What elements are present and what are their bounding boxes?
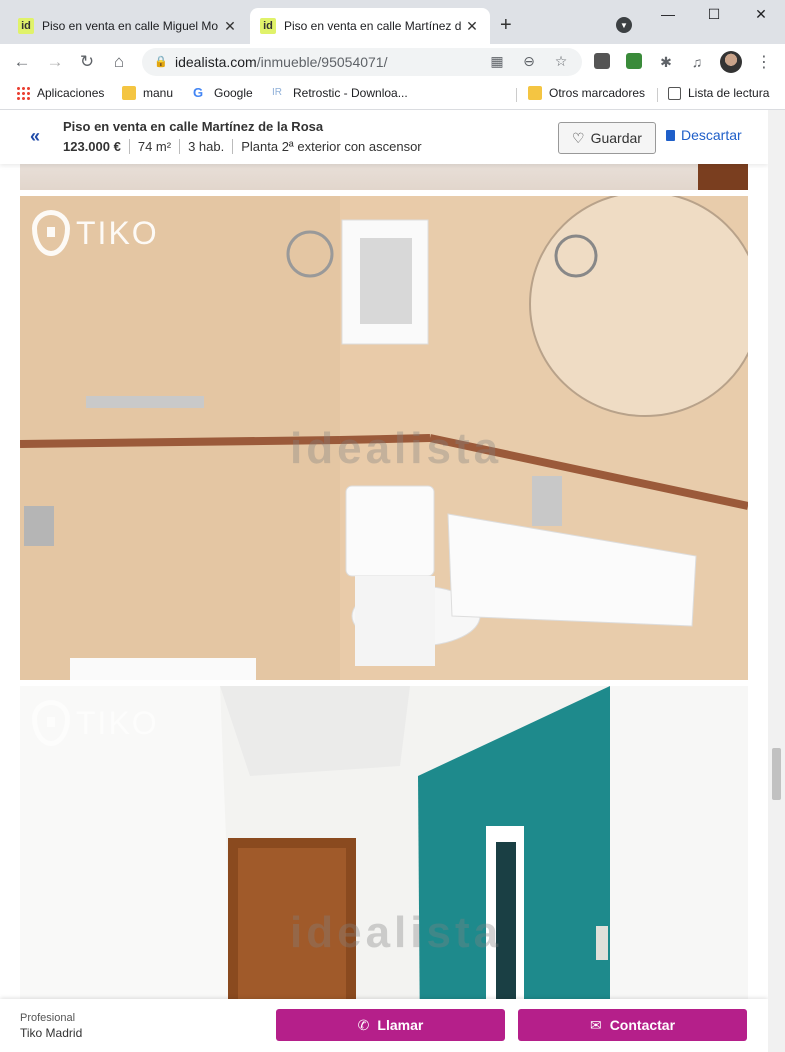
- contact-bar: Profesional Tiko Madrid ✆ Llamar ✉ Conta…: [0, 999, 768, 1052]
- heart-icon: ♡: [572, 129, 585, 146]
- tab-title: Piso en venta en calle Martínez d: [284, 19, 462, 33]
- folder-icon: [122, 86, 136, 100]
- bookmark-apps[interactable]: Aplicaciones: [16, 86, 104, 100]
- listing-title: Piso en venta en calle Martínez de la Ro…: [63, 119, 324, 134]
- contact-button[interactable]: ✉ Contactar: [518, 1009, 747, 1041]
- extension-icon[interactable]: [626, 53, 642, 69]
- save-label: Guardar: [590, 130, 642, 146]
- bookmarks-divider: [516, 88, 517, 102]
- idealista-favicon-icon: id: [18, 18, 34, 34]
- zoom-icon[interactable]: ⊖: [520, 53, 538, 70]
- tab-search-icon[interactable]: ▼: [616, 17, 632, 33]
- listing-size: 74 m²: [128, 139, 179, 154]
- listing-price: 123.000 €: [63, 139, 121, 154]
- idealista-favicon-icon: id: [260, 18, 276, 34]
- tiko-wordmark: TIKO: [76, 214, 159, 251]
- listing-details: 123.000 € 74 m² 3 hab. Planta 2ª exterio…: [63, 139, 430, 154]
- lock-icon: 🔒: [154, 56, 168, 68]
- minimize-button[interactable]: —: [658, 6, 678, 22]
- close-tab-icon[interactable]: ✕: [464, 18, 480, 35]
- close-tab-icon[interactable]: ✕: [222, 18, 238, 35]
- bookmark-label: Otros marcadores: [549, 86, 646, 100]
- reload-icon[interactable]: ↻: [76, 52, 98, 72]
- tab-active[interactable]: id Piso en venta en calle Martínez d ✕: [250, 8, 490, 44]
- google-icon: G: [193, 85, 204, 100]
- bookmark-other[interactable]: Otros marcadores: [528, 86, 645, 100]
- chat-icon: ✉: [589, 1016, 602, 1033]
- listing-rooms: 3 hab.: [179, 139, 232, 154]
- advertiser-type: Profesional: [20, 1012, 76, 1024]
- browser-toolbar: ← → ↻ ⌂ 🔒 idealista.com/inmueble/9505407…: [0, 44, 785, 80]
- discard-button[interactable]: Descartar: [666, 127, 742, 143]
- save-button[interactable]: ♡ Guardar: [558, 122, 656, 154]
- photo-previous[interactable]: [20, 164, 748, 190]
- watermark-text: idealista: [290, 908, 503, 957]
- tab-title: Piso en venta en calle Miguel Mo: [42, 19, 219, 33]
- bookmarks-bar: Aplicaciones manu G Google IR Retrostic …: [0, 80, 785, 108]
- apps-grid-icon: [16, 86, 30, 100]
- tiko-logo: TIKO: [32, 210, 159, 256]
- extension-icon[interactable]: [594, 53, 610, 69]
- bookmark-google[interactable]: G Google: [193, 85, 253, 101]
- back-chevron-icon[interactable]: «: [21, 122, 49, 150]
- back-icon[interactable]: ←: [11, 52, 33, 72]
- url-text: idealista.com/inmueble/95054071/: [175, 54, 388, 70]
- trash-icon: [666, 129, 675, 141]
- qr-code-icon[interactable]: ▦: [488, 53, 506, 70]
- advertiser-name: Tiko Madrid: [20, 1026, 83, 1040]
- bookmark-retrostic[interactable]: IR Retrostic - Downloa...: [272, 86, 408, 100]
- photo-bathroom[interactable]: TIKO idealista: [20, 196, 748, 680]
- retrostic-icon: IR: [272, 87, 282, 98]
- call-label: Llamar: [377, 1017, 424, 1033]
- bookmark-label: Google: [214, 86, 253, 100]
- page-viewport: « Piso en venta en calle Martínez de la …: [0, 110, 768, 1052]
- tiko-pin-icon: [32, 700, 70, 746]
- listing-floor: Planta 2ª exterior con ascensor: [232, 139, 429, 154]
- tab-strip: id Piso en venta en calle Miguel Mo ✕ id…: [0, 0, 785, 44]
- maximize-button[interactable]: ☐: [704, 6, 724, 23]
- phone-icon: ✆: [357, 1016, 370, 1033]
- tiko-pin-icon: [32, 210, 70, 256]
- bookmark-label: Aplicaciones: [37, 86, 105, 100]
- reading-list-icon: [668, 86, 681, 100]
- avatar[interactable]: [720, 51, 742, 73]
- watermark-text: idealista: [290, 424, 503, 473]
- bookmark-reading-list[interactable]: Lista de lectura: [668, 86, 769, 100]
- call-button[interactable]: ✆ Llamar: [276, 1009, 505, 1041]
- forward-icon[interactable]: →: [44, 52, 66, 72]
- page-scrollbar[interactable]: [768, 110, 785, 1052]
- media-control-icon[interactable]: ♫: [686, 52, 708, 72]
- bookmark-label: Retrostic - Downloa...: [293, 86, 408, 100]
- bookmark-label: manu: [143, 86, 174, 100]
- listing-sticky-header: « Piso en venta en calle Martínez de la …: [0, 110, 768, 164]
- bookmark-star-icon[interactable]: ☆: [552, 53, 570, 70]
- bookmark-label: Lista de lectura: [688, 86, 770, 100]
- close-window-button[interactable]: ✕: [751, 6, 771, 23]
- bookmark-folder-manu[interactable]: manu: [122, 86, 173, 100]
- home-icon[interactable]: ⌂: [108, 52, 130, 72]
- address-bar[interactable]: 🔒 idealista.com/inmueble/95054071/ ▦ ⊖ ☆: [142, 48, 582, 76]
- tab-inactive[interactable]: id Piso en venta en calle Miguel Mo ✕: [8, 8, 248, 44]
- bookmarks-divider: [657, 88, 658, 102]
- tiko-logo: TIKO: [32, 700, 159, 746]
- scrollbar-thumb[interactable]: [772, 748, 781, 800]
- browser-window: id Piso en venta en calle Miguel Mo ✕ id…: [0, 0, 785, 1052]
- puzzle-icon[interactable]: ✱: [655, 52, 677, 72]
- discard-label: Descartar: [681, 127, 742, 143]
- folder-icon: [528, 86, 542, 100]
- new-tab-button[interactable]: +: [500, 14, 512, 37]
- photo-hallway[interactable]: TIKO idealista: [20, 686, 748, 1052]
- menu-kebab-icon[interactable]: ⋮: [756, 52, 772, 72]
- tiko-wordmark: TIKO: [76, 704, 159, 741]
- contact-label: Contactar: [609, 1017, 676, 1033]
